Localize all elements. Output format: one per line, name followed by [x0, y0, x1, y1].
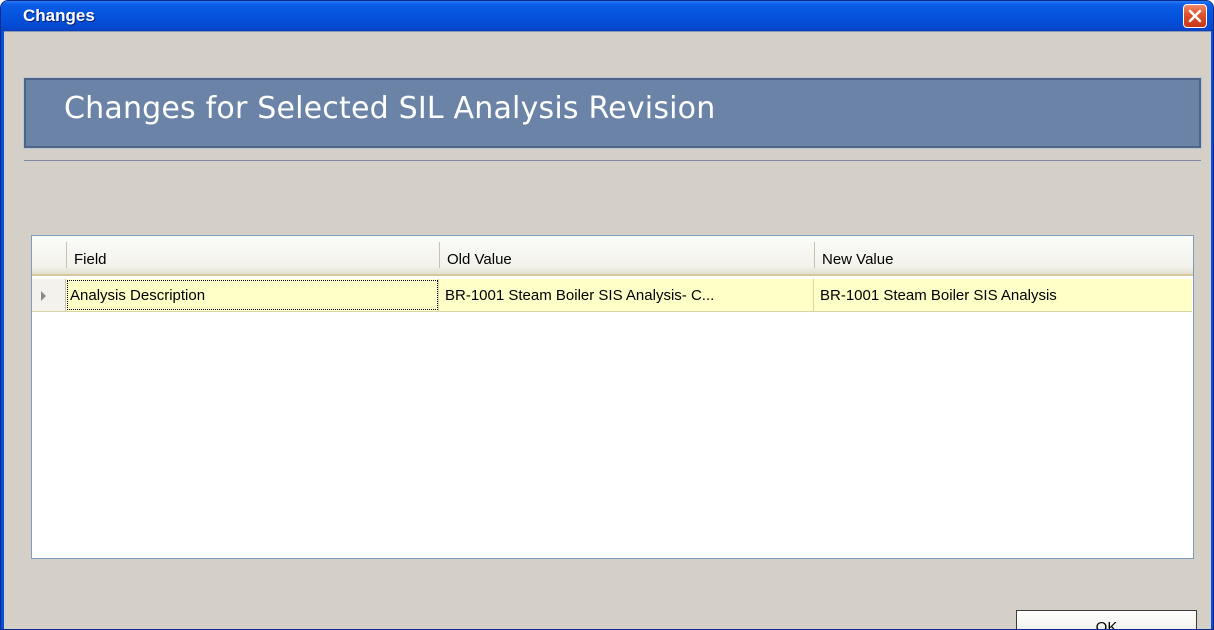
- row-pointer-icon: [41, 291, 46, 301]
- cell-old-value[interactable]: BR-1001 Steam Boiler SIS Analysis- C...: [439, 279, 814, 311]
- header-banner: Changes for Selected SIL Analysis Revisi…: [23, 77, 1202, 149]
- cell-field[interactable]: Analysis Description: [66, 279, 439, 311]
- banner-title: Changes for Selected SIL Analysis Revisi…: [64, 91, 716, 126]
- column-header-new-value[interactable]: New Value: [814, 236, 1192, 274]
- close-button[interactable]: [1183, 4, 1207, 28]
- cell-new-value[interactable]: BR-1001 Steam Boiler SIS Analysis: [814, 279, 1192, 311]
- column-header-label: New Value: [822, 251, 894, 268]
- column-header-old-value[interactable]: Old Value: [439, 236, 814, 274]
- divider: [24, 160, 1201, 161]
- column-header-label: Field: [74, 251, 107, 268]
- dialog-body: Changes for Selected SIL Analysis Revisi…: [4, 31, 1211, 629]
- grid-header: Field Old Value New Value: [32, 236, 1193, 276]
- column-header-field[interactable]: Field: [66, 236, 439, 274]
- window-title: Changes: [23, 6, 95, 25]
- header-indicator-cell: [32, 236, 66, 274]
- title-bar[interactable]: Changes: [1, 1, 1213, 31]
- ok-button[interactable]: OK: [1016, 610, 1197, 629]
- close-x-icon: [1188, 9, 1202, 23]
- changes-dialog: Changes Changes for Selected SIL Analysi…: [0, 0, 1214, 630]
- table-row[interactable]: Analysis Description BR-1001 Steam Boile…: [32, 279, 1192, 312]
- row-indicator-cell[interactable]: [32, 279, 66, 311]
- column-header-label: Old Value: [447, 251, 512, 268]
- changes-grid[interactable]: Field Old Value New Value Analysis Descr…: [31, 235, 1194, 559]
